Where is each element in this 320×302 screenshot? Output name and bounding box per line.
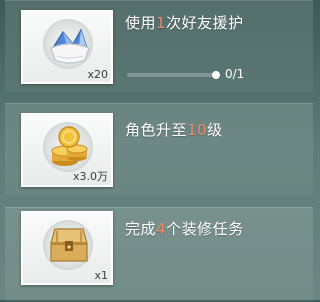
- task-progress-text: 0/1: [225, 67, 245, 81]
- task-title: 使用1次好友援护: [125, 12, 244, 33]
- reward-slot[interactable]: x1: [21, 211, 113, 285]
- reward-quantity: x3.0万: [72, 170, 108, 183]
- treasure-chest-icon: [50, 228, 88, 262]
- reward-slot[interactable]: x3.0万: [21, 113, 113, 187]
- task-card[interactable]: x1 完成4个装修任务: [5, 207, 313, 302]
- task-title-suffix: 次好友援护: [166, 14, 244, 32]
- task-card[interactable]: x20 使用1次好友援护 0/1: [5, 0, 313, 92]
- task-title-number: 1: [156, 14, 167, 32]
- task-progress-bar: [127, 71, 220, 79]
- crystal-pouch-icon: [50, 28, 90, 64]
- task-list: x20 使用1次好友援护 0/1 x3.0万 角色升至10级 x1 完成4个装修…: [0, 0, 316, 302]
- task-title-number: 10: [187, 121, 208, 139]
- gold-coins-icon: [51, 126, 88, 166]
- reward-quantity: x20: [87, 68, 108, 81]
- task-title: 完成4个装修任务: [125, 218, 244, 239]
- task-card[interactable]: x3.0万 角色升至10级: [5, 103, 313, 196]
- reward-quantity: x1: [94, 269, 108, 282]
- task-title-prefix: 使用: [125, 14, 157, 32]
- task-title: 角色升至10级: [125, 119, 223, 140]
- task-progress-knob: [212, 71, 220, 79]
- task-title-number: 4: [156, 220, 167, 238]
- task-title-suffix: 级: [207, 121, 223, 139]
- task-title-prefix: 角色升至: [125, 121, 188, 139]
- task-title-prefix: 完成: [125, 220, 157, 238]
- reward-slot[interactable]: x20: [21, 10, 113, 84]
- task-title-suffix: 个装修任务: [166, 220, 244, 238]
